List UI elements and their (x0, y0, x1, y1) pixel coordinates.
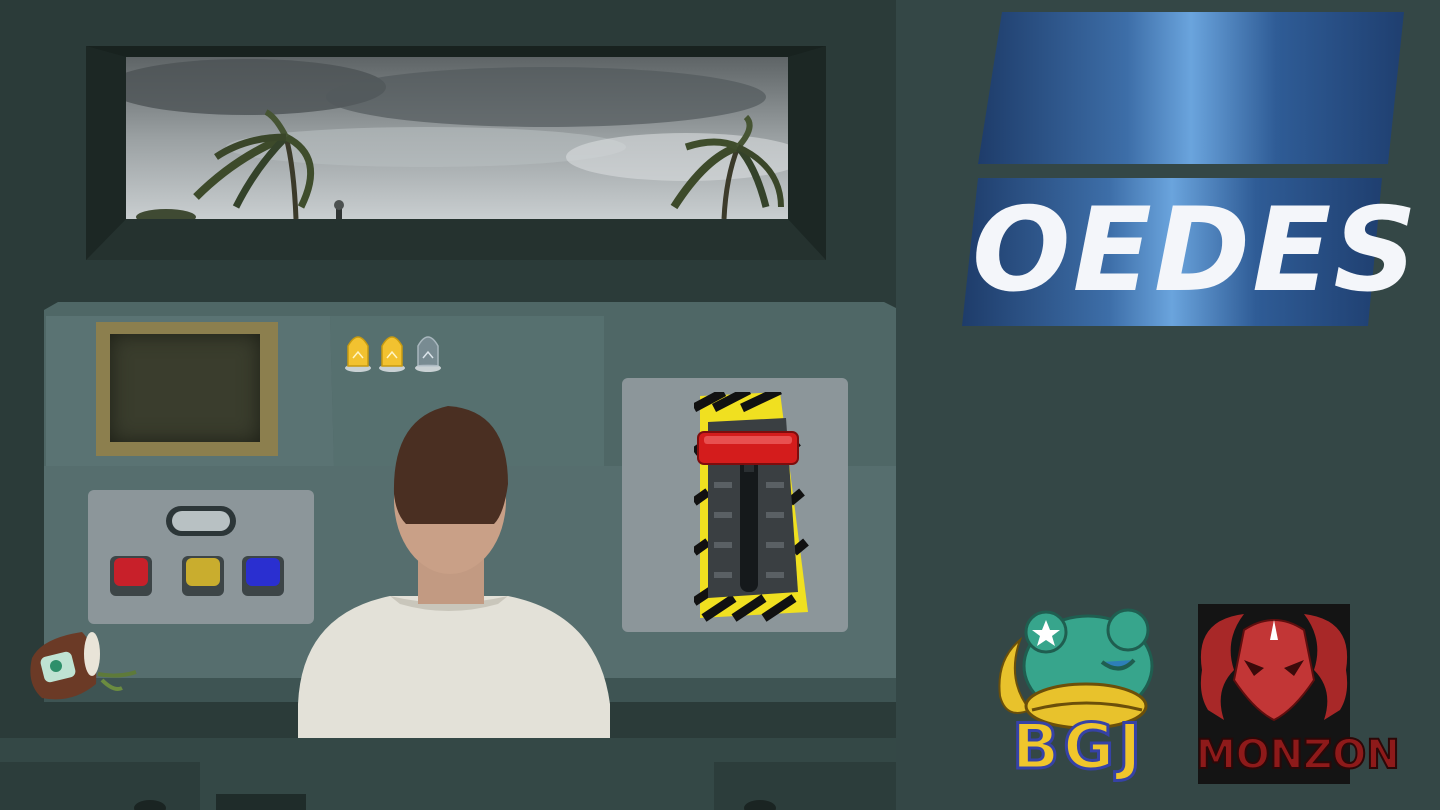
blue-button[interactable] (242, 556, 284, 596)
yellow-button[interactable] (182, 556, 224, 596)
red-button-cap (114, 558, 148, 586)
monitor-screen (110, 334, 260, 442)
toggle-switch[interactable] (166, 506, 236, 536)
emergency-lever-icon[interactable] (694, 392, 814, 622)
monzon-logo-text: MONZON (1195, 731, 1401, 779)
toggle-knob (172, 511, 230, 531)
button-panel (88, 490, 314, 624)
yellow-button-cap (186, 558, 220, 586)
lever-panel (622, 378, 848, 632)
bgj-logo-text: BGJ (1011, 710, 1146, 783)
bulb-1-icon (345, 336, 371, 372)
red-button[interactable] (110, 556, 152, 596)
crt-monitor (96, 322, 278, 456)
storm-scene (126, 57, 788, 219)
console-base (0, 738, 896, 810)
blue-button-cap (246, 558, 280, 586)
lives-indicator (345, 336, 441, 372)
bulb-3-icon (415, 336, 441, 372)
game-screen: OEDES BGJ MONZON (0, 0, 1440, 810)
storm-window (86, 46, 826, 260)
plant-pot-icon (30, 632, 137, 700)
bulb-2-icon (379, 336, 405, 372)
storm-view (126, 57, 788, 219)
game-title: OEDES (972, 183, 1419, 318)
